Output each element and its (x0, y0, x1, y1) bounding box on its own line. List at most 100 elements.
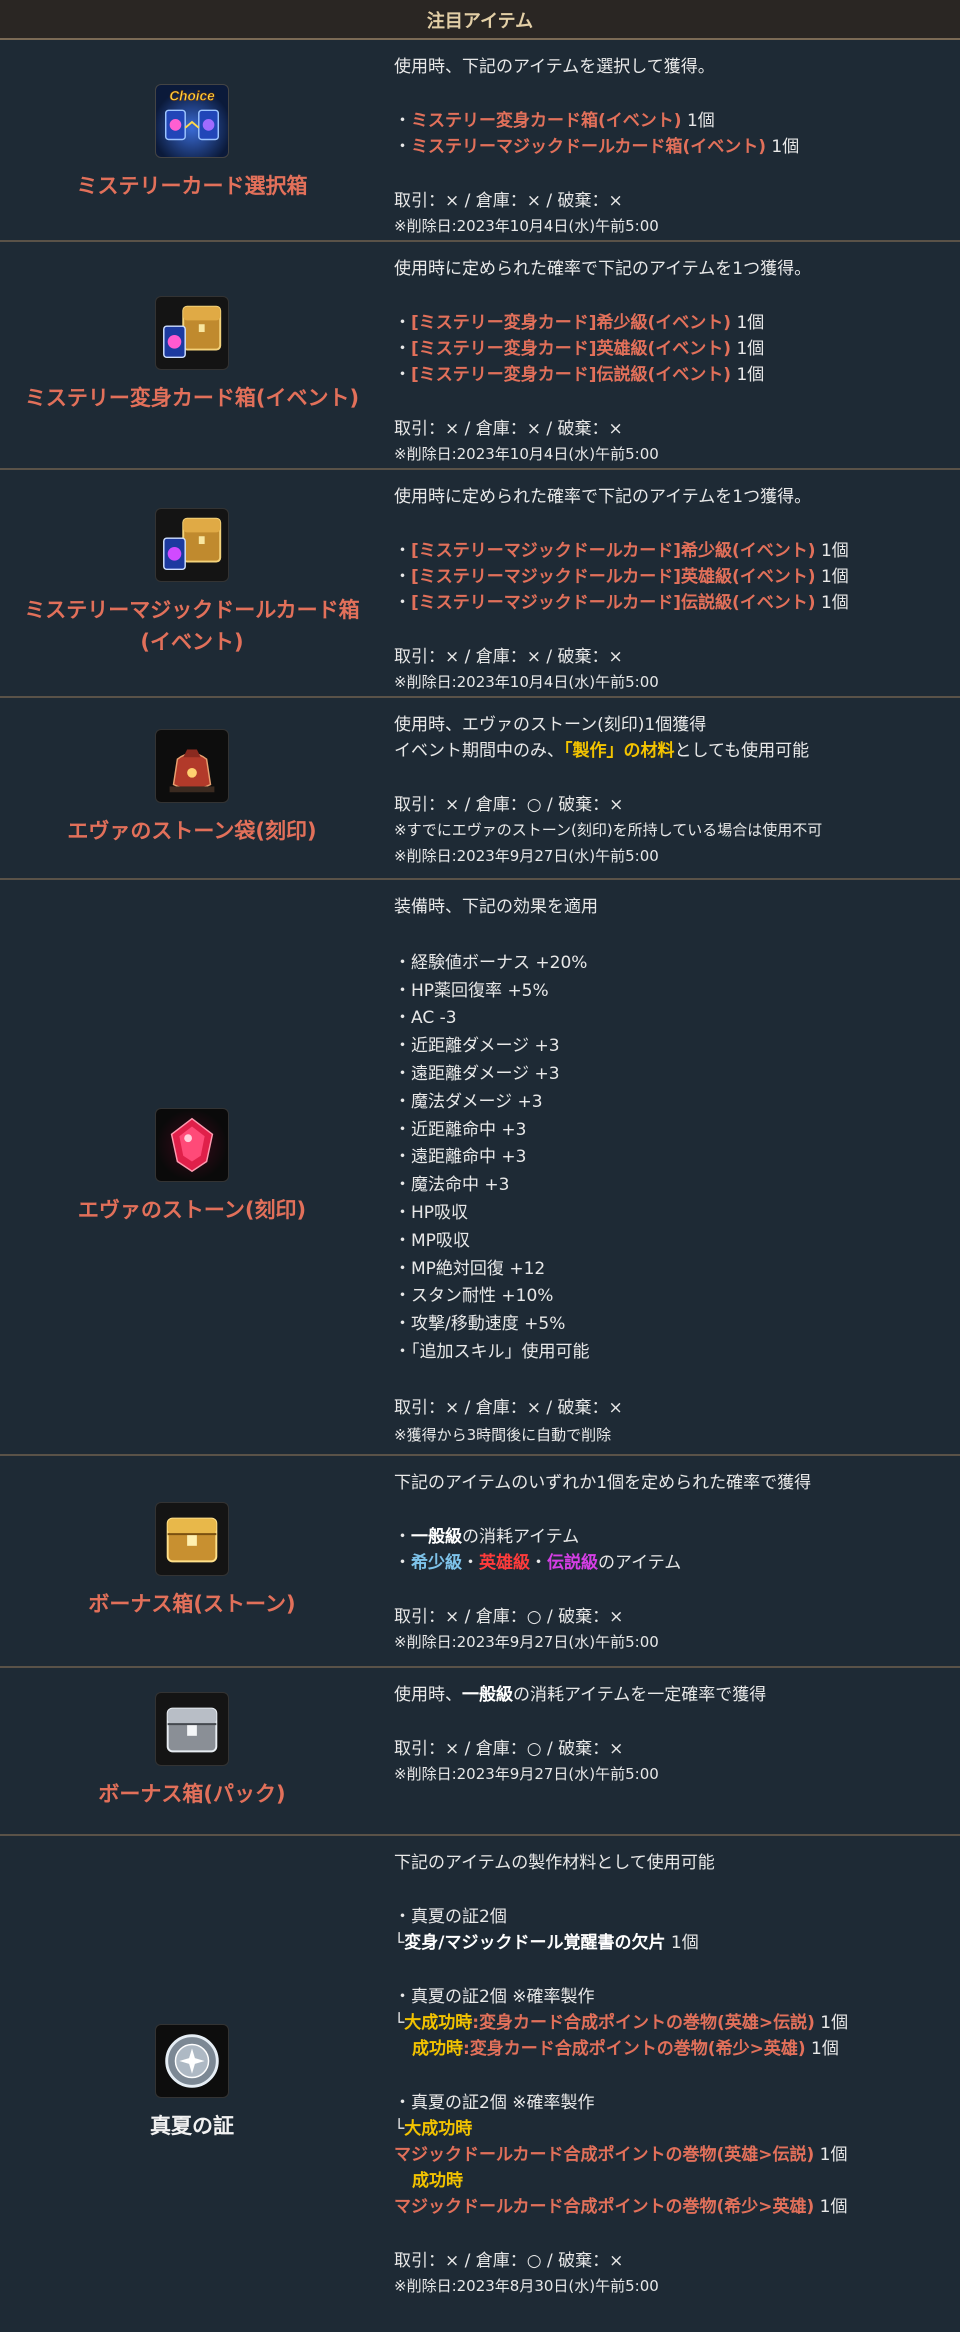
item-name: エヴァのストーン(刻印) (77, 1198, 307, 1222)
item-desc: 使用時に定められた確率で下記のアイテムを1つ獲得。 ・[ミステリーマジックドール… (384, 470, 960, 696)
list-item: ・ミステリーマジックドールカード箱(イベント) 1個 (394, 137, 800, 157)
recipe-result: 成功時 (412, 2171, 463, 2191)
silver-chest-icon (155, 1692, 229, 1766)
desc-text: 使用時に定められた確率で下記のアイテムを1つ獲得。 (394, 259, 812, 279)
effect-item: ・HP吸収 (394, 1202, 469, 1223)
recipe-result: └大成功時 (394, 2119, 473, 2139)
desc-text: 装備時、下記の効果を適用 (394, 897, 598, 917)
svg-text:Choice: Choice (169, 89, 215, 104)
item-name: ミステリーマジックドールカード箱 (イベント) (24, 594, 359, 658)
item-left: ミステリーマジックドールカード箱 (イベント) (0, 470, 384, 696)
red-gem-icon (155, 1108, 229, 1182)
item-desc: 下記のアイテムのいずれか1個を定められた確率で獲得 ・一般級の消耗アイテム ・希… (384, 1456, 960, 1666)
list-item: ・ミステリー変身カード箱(イベント) 1個 (394, 111, 715, 131)
delete-note: ※削除日:2023年9月27日(水)午前5:00 (394, 1765, 659, 1783)
delete-note: ※削除日:2023年9月27日(水)午前5:00 (394, 1633, 659, 1651)
item-name: エヴァのストーン袋(刻印) (67, 819, 317, 843)
effect-item: ・近距離命中 +3 (394, 1119, 527, 1140)
transform-card-chest-icon (155, 296, 229, 370)
item-row-midsummer-proof: 真夏の証 下記のアイテムの製作材料として使用可能 ・真夏の証2個 └変身/マジッ… (0, 1836, 960, 2330)
item-row-magic-doll-card-box: ミステリーマジックドールカード箱 (イベント) 使用時に定められた確率で下記のア… (0, 470, 960, 698)
effect-item: ・HP薬回復率 +5% (394, 980, 549, 1001)
item-row-eva-stone: エヴァのストーン(刻印) 装備時、下記の効果を適用 ・経験値ボーナス +20% … (0, 880, 960, 1456)
usage-note: ※すでにエヴァのストーン(刻印)を所持している場合は使用不可 (394, 821, 823, 839)
silver-medal-icon (155, 2024, 229, 2098)
item-name: ボーナス箱(パック) (98, 1782, 286, 1806)
effect-item: ・MP絶対回復 +12 (394, 1258, 546, 1279)
item-row-bonus-box-stone: ボーナス箱(ストーン) 下記のアイテムのいずれか1個を定められた確率で獲得 ・一… (0, 1456, 960, 1668)
delete-note: ※削除日:2023年10月4日(水)午前5:00 (394, 673, 659, 691)
desc-text: 使用時、下記のアイテムを選択して獲得。 (394, 57, 715, 77)
effect-item: ・攻撃/移動速度 +5% (394, 1314, 566, 1335)
item-name: ミステリー変身カード箱(イベント) (24, 386, 360, 410)
recipe-line: ・真夏の証2個 ※確率製作 (394, 2093, 595, 2113)
recipe-result: └変身/マジックドール覚醒書の欠片 1個 (394, 1933, 699, 1953)
desc-text: 使用時に定められた確率で下記のアイテムを1つ獲得。 (394, 487, 812, 507)
desc-text: イベント期間中のみ、「製作」の材料としても使用可能 (394, 741, 810, 761)
effect-item: ・スタン耐性 +10% (394, 1286, 554, 1307)
trade-info: 取引：× / 倉庫：○ / 破棄：× (394, 2251, 624, 2271)
list-item: ・[ミステリー変身カード]英雄級(イベント) 1個 (394, 339, 765, 359)
item-desc: 使用時、下記のアイテムを選択して獲得。 ・ミステリー変身カード箱(イベント) 1… (384, 40, 960, 240)
list-item: ・[ミステリー変身カード]希少級(イベント) 1個 (394, 313, 765, 333)
item-left: ミステリー変身カード箱(イベント) (0, 242, 384, 468)
delete-note: ※削除日:2023年10月4日(水)午前5:00 (394, 217, 659, 235)
delete-note: ※削除日:2023年10月4日(水)午前5:00 (394, 445, 659, 463)
effect-item: ・経験値ボーナス +20% (394, 952, 588, 973)
item-name: ボーナス箱(ストーン) (88, 1592, 296, 1616)
effect-item: ・近距離ダメージ +3 (394, 1036, 560, 1057)
item-name: 真夏の証 (150, 2114, 234, 2138)
desc-text: 使用時、一般級の消耗アイテムを一定確率で獲得 (394, 1685, 767, 1705)
list-item: ・[ミステリーマジックドールカード]希少級(イベント) 1個 (394, 541, 849, 561)
item-desc: 使用時、エヴァのストーン(刻印)1個獲得 イベント期間中のみ、「製作」の材料とし… (384, 698, 960, 878)
item-left: Choice ミステリーカード選択箱 (0, 40, 384, 240)
item-row-bonus-box-pack: ボーナス箱(パック) 使用時、一般級の消耗アイテムを一定確率で獲得 取引：× /… (0, 1668, 960, 1836)
trade-info: 取引：× / 倉庫：× / 破棄：× (394, 419, 623, 439)
recipe-result: マジックドールカード合成ポイントの巻物(希少>英雄) 1個 (394, 2197, 848, 2217)
item-left: ボーナス箱(ストーン) (0, 1456, 384, 1666)
desc-text: 使用時、エヴァのストーン(刻印)1個獲得 (394, 715, 707, 735)
recipe-result: 成功時:変身カード合成ポイントの巻物(希少>英雄) 1個 (412, 2039, 839, 2059)
item-desc: 下記のアイテムの製作材料として使用可能 ・真夏の証2個 └変身/マジックドール覚… (384, 1836, 960, 2330)
item-left: 真夏の証 (0, 1836, 384, 2330)
effect-item: ・魔法ダメージ +3 (394, 1091, 543, 1112)
trade-info: 取引：× / 倉庫：× / 破棄：× (394, 191, 623, 211)
list-item: ・[ミステリー変身カード]伝説級(イベント) 1個 (394, 365, 765, 385)
item-name-line2: (イベント) (140, 630, 244, 654)
item-row-stone-pouch: エヴァのストーン袋(刻印) 使用時、エヴァのストーン(刻印)1個獲得 イベント期… (0, 698, 960, 880)
list-item: ・希少級・英雄級・伝説級のアイテム (394, 1553, 682, 1573)
section-header: 注目アイテム (0, 0, 960, 40)
trade-info: 取引：× / 倉庫：○ / 破棄：× (394, 795, 624, 815)
item-desc: 装備時、下記の効果を適用 ・経験値ボーナス +20% ・HP薬回復率 +5% ・… (384, 880, 960, 1454)
item-desc: 使用時、一般級の消耗アイテムを一定確率で獲得 取引：× / 倉庫：○ / 破棄：… (384, 1668, 960, 1834)
trade-info: 取引：× / 倉庫：○ / 破棄：× (394, 1739, 624, 1759)
magic-doll-card-chest-icon (155, 508, 229, 582)
item-left: エヴァのストーン(刻印) (0, 880, 384, 1454)
gold-chest-icon (155, 1502, 229, 1576)
trade-info: 取引：× / 倉庫：× / 破棄：× (394, 647, 623, 667)
list-item: ・一般級の消耗アイテム (394, 1527, 580, 1547)
delete-note: ※削除日:2023年9月27日(水)午前5:00 (394, 847, 659, 865)
item-left: ボーナス箱(パック) (0, 1668, 384, 1834)
recipe-result: └大成功時:変身カード合成ポイントの巻物(英雄>伝説) 1個 (394, 2013, 849, 2033)
item-row-choice-box: Choice ミステリーカード選択箱 使用時、下記のアイテムを選択して獲得。 ・… (0, 40, 960, 242)
delete-note: ※獲得から3時間後に自動で削除 (394, 1425, 612, 1444)
trade-info: 取引：× / 倉庫：○ / 破棄：× (394, 1607, 624, 1627)
list-item: ・[ミステリーマジックドールカード]伝説級(イベント) 1個 (394, 593, 849, 613)
item-left: エヴァのストーン袋(刻印) (0, 698, 384, 878)
recipe-result: マジックドールカード合成ポイントの巻物(英雄>伝説) 1個 (394, 2145, 848, 2165)
effect-item: ・AC -3 (394, 1008, 457, 1029)
item-name-line1: ミステリーマジックドールカード箱 (24, 598, 360, 622)
effect-item: ・遠距離命中 +3 (394, 1147, 527, 1168)
item-row-transform-card-box: ミステリー変身カード箱(イベント) 使用時に定められた確率で下記のアイテムを1つ… (0, 242, 960, 470)
delete-note: ※削除日:2023年8月30日(水)午前5:00 (394, 2277, 659, 2295)
trade-info: 取引：× / 倉庫：× / 破棄：× (394, 1397, 623, 1418)
effect-item: ・MP吸収 (394, 1230, 470, 1251)
desc-text: 下記のアイテムの製作材料として使用可能 (394, 1853, 715, 1873)
effect-item: ・「追加スキル」使用可能 (394, 1341, 590, 1362)
list-item: ・[ミステリーマジックドールカード]英雄級(イベント) 1個 (394, 567, 849, 587)
effect-item: ・遠距離ダメージ +3 (394, 1063, 560, 1084)
choice-box-icon: Choice (155, 84, 229, 158)
desc-text: 下記のアイテムのいずれか1個を定められた確率で獲得 (394, 1473, 812, 1493)
recipe-line: ・真夏の証2個 (394, 1907, 507, 1927)
